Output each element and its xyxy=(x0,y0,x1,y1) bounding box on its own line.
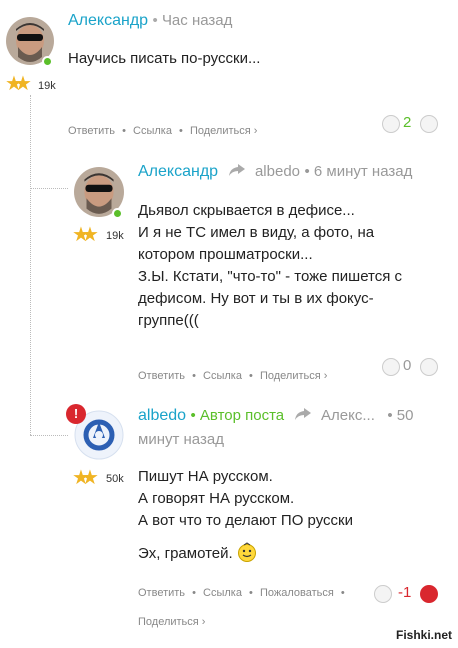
bullet: • xyxy=(152,12,162,29)
comment-actions: Ответить • Ссылка • Поделиться › xyxy=(138,370,328,382)
comment-line: котором прошматроски... xyxy=(138,246,313,263)
comment-text: Научись писать по-русски... xyxy=(68,48,260,70)
reply-link[interactable]: Ответить xyxy=(68,125,115,137)
link-link[interactable]: Ссылка xyxy=(203,587,242,599)
link-link[interactable]: Ссылка xyxy=(203,370,242,382)
comment-line: А говорят НА русском. xyxy=(138,490,295,507)
alert-badge: ! xyxy=(66,404,86,424)
author-badge: • Автор поста xyxy=(190,407,285,425)
author-name[interactable]: Александр xyxy=(68,12,148,29)
share-link[interactable]: Поделиться › xyxy=(260,370,327,382)
comment-line: И я не ТС имел в виду, а фото, на xyxy=(138,224,375,241)
online-indicator xyxy=(112,208,123,219)
comment-2: ★ ★ 19k Александр albedo • 6 минут назад… xyxy=(0,150,458,390)
smiley-icon xyxy=(237,542,257,569)
comment-line: А вот что то делают ПО русски xyxy=(138,512,353,529)
timestamp[interactable]: Час назад xyxy=(162,12,232,29)
star-icon: ★ xyxy=(81,224,99,246)
thumb-up-icon[interactable] xyxy=(382,115,400,133)
author-name[interactable]: Александр xyxy=(138,163,218,180)
author-name[interactable]: albedo xyxy=(138,407,186,424)
comment-text: Дьявол скрывается в дефисе... И я не ТС … xyxy=(138,200,402,332)
watermark: Fishki.net xyxy=(395,628,452,642)
timestamp[interactable]: • 6 минут назад xyxy=(304,163,412,180)
reply-link[interactable]: Ответить xyxy=(138,370,185,382)
share-link[interactable]: Поделиться › xyxy=(190,125,257,137)
comment-line: Эх, грамотей. xyxy=(138,545,233,562)
comment-actions: Ответить • Ссылка • Пожаловаться • xyxy=(138,587,345,599)
share-link[interactable]: Поделиться › xyxy=(138,616,205,628)
vote-score: 0 xyxy=(403,357,412,374)
comment-line: Пишут НА русском. xyxy=(138,468,273,485)
vote-score: 2 xyxy=(403,114,412,131)
reply-to-user[interactable]: Алекс... xyxy=(321,407,375,424)
reply-to-user[interactable]: albedo xyxy=(255,163,300,180)
comment-line: группе((( xyxy=(138,312,199,329)
karma-count: 19k xyxy=(106,230,124,242)
comment-line: Научись писать по-русски... xyxy=(68,50,261,67)
report-link[interactable]: Пожаловаться xyxy=(260,587,334,599)
reply-arrow-icon xyxy=(228,163,245,181)
thumb-up-icon[interactable] xyxy=(382,358,400,376)
star-icon: ★ xyxy=(81,467,99,489)
comment-text: Пишут НА русском. А говорят НА русском. … xyxy=(138,466,353,569)
star-icon: ★ xyxy=(14,73,32,95)
comment-1: ★ ★ 19k Александр • Час назад Научись пи… xyxy=(0,0,458,145)
comment-line: З.Ы. Кстати, "что-то" - тоже пишется с xyxy=(138,268,403,285)
timestamp[interactable]: • 50 xyxy=(387,407,413,424)
comment-3: ! ★ ★ 50k albedo • Автор поста Алекс... … xyxy=(0,398,458,648)
comment-actions: Ответить • Ссылка • Поделиться › xyxy=(68,125,258,137)
comment-line: дефисом. Ну вот и ты в их фокус- xyxy=(138,290,374,307)
reply-link[interactable]: Ответить xyxy=(138,587,185,599)
karma-count: 50k xyxy=(106,473,124,485)
online-indicator xyxy=(42,56,53,67)
thumb-up-icon[interactable] xyxy=(374,585,392,603)
thumb-down-icon[interactable] xyxy=(420,115,438,133)
thumb-down-icon[interactable] xyxy=(420,358,438,376)
vote-score: -1 xyxy=(398,584,412,601)
thumb-down-icon[interactable] xyxy=(420,585,438,603)
comment-line: Дьявол скрывается в дефисе... xyxy=(138,202,355,219)
timestamp-continued[interactable]: минут назад xyxy=(138,431,224,448)
reply-arrow-icon xyxy=(294,407,311,425)
karma-count: 19k xyxy=(38,80,56,92)
link-link[interactable]: Ссылка xyxy=(133,125,172,137)
